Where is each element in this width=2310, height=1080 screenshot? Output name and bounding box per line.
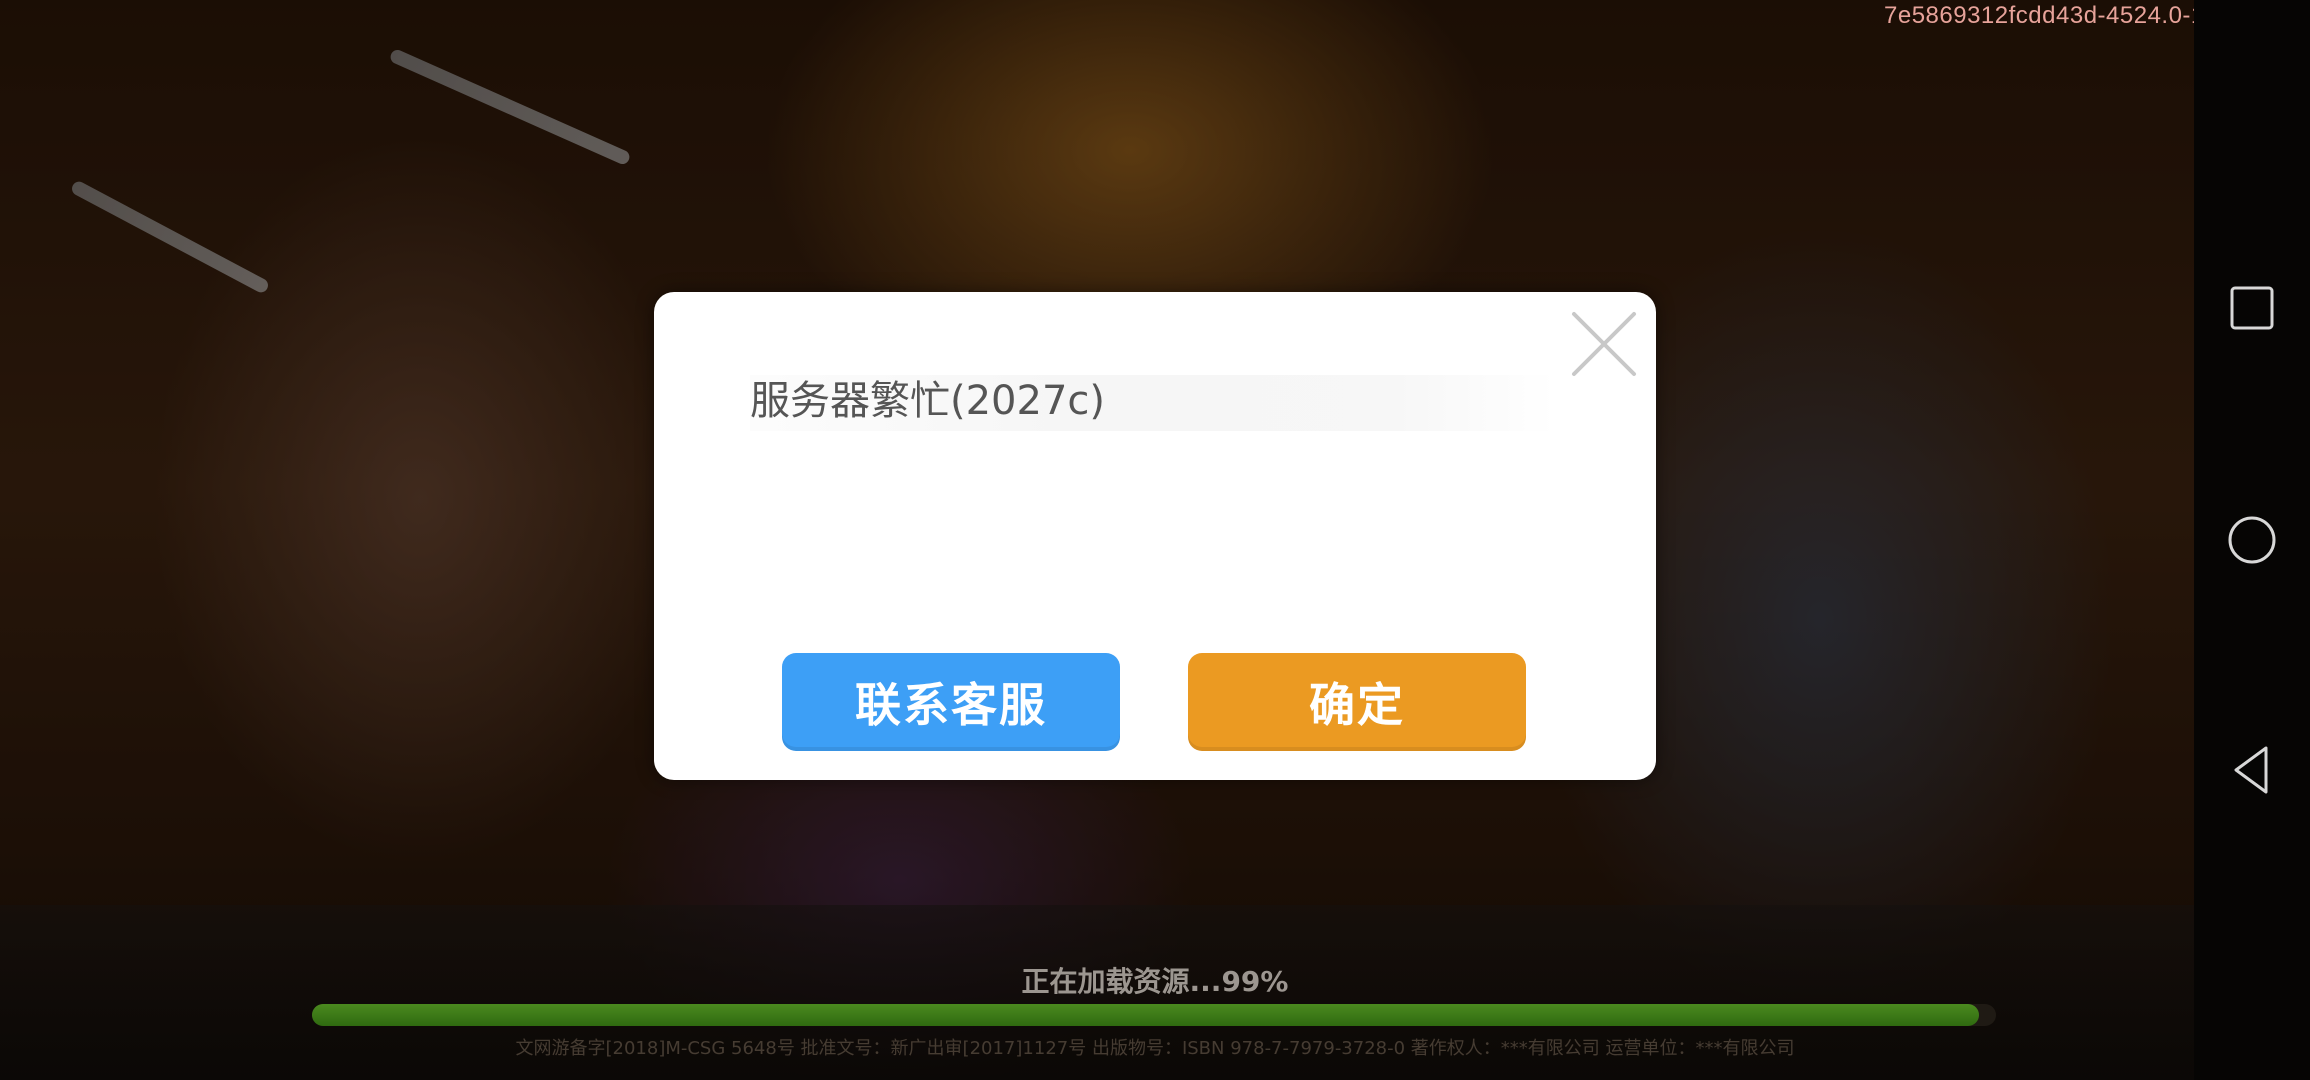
square-recents-icon — [2230, 286, 2274, 330]
circle-home-icon — [2228, 516, 2276, 564]
home-button[interactable] — [2226, 514, 2278, 566]
license-info-text: 文网游备字[2018]M-CSG 5648号 批准文号：新广出审[2017]11… — [515, 1038, 1795, 1059]
dialog-message: 服务器繁忙(2027c) — [750, 378, 1105, 424]
confirm-button[interactable]: 确定 — [1188, 653, 1526, 751]
loading-status-text: 正在加载资源...99% — [1021, 965, 1289, 998]
build-id-label: 7e5869312fcdd43d-4524.0-109 — [1884, 2, 2233, 29]
game-screen: 7e5869312fcdd43d-4524.0-109 正在加载资源...99%… — [0, 0, 2310, 1080]
loading-progress-fill — [312, 1004, 1980, 1026]
close-button[interactable] — [1570, 310, 1638, 378]
triangle-back-icon — [2234, 746, 2268, 794]
back-button[interactable] — [2226, 744, 2278, 796]
close-x-icon — [1572, 312, 1636, 376]
loading-progress-bar — [312, 1004, 1996, 1026]
contact-support-button[interactable]: 联系客服 — [782, 653, 1120, 751]
recents-button[interactable] — [2226, 282, 2278, 334]
